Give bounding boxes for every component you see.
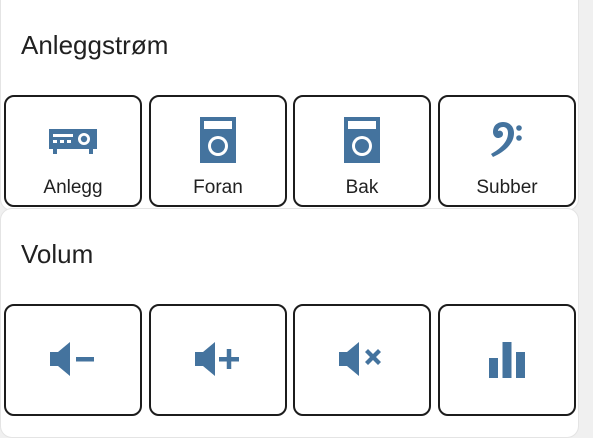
amplifier-button-label: Anlegg	[43, 177, 103, 198]
amplifier-button[interactable]: Anlegg	[4, 95, 142, 207]
power-card: Anleggstrøm Anlegg Foran Bak Subber	[0, 0, 579, 211]
volume-up-button[interactable]	[149, 304, 287, 416]
volume-mute-icon	[295, 336, 429, 382]
volume-card-title: Volum	[21, 239, 94, 269]
amplifier-icon	[6, 117, 140, 163]
rear-speaker-button[interactable]: Bak	[293, 95, 431, 207]
power-card-title: Anleggstrøm	[21, 30, 169, 60]
front-speaker-button-label: Foran	[193, 177, 243, 198]
speaker-icon	[151, 117, 285, 163]
front-speaker-button[interactable]: Foran	[149, 95, 287, 207]
subwoofer-button-label: Subber	[476, 177, 538, 198]
speaker-icon	[295, 117, 429, 163]
equalizer-icon	[440, 336, 574, 382]
equalizer-button[interactable]	[438, 304, 576, 416]
volume-card: Volum	[0, 208, 579, 438]
bass-clef-icon	[440, 117, 574, 163]
rear-speaker-button-label: Bak	[345, 177, 379, 198]
subwoofer-button[interactable]: Subber	[438, 95, 576, 207]
volume-down-button[interactable]	[4, 304, 142, 416]
volume-minus-icon	[6, 336, 140, 382]
mute-button[interactable]	[293, 304, 431, 416]
volume-plus-icon	[151, 336, 285, 382]
